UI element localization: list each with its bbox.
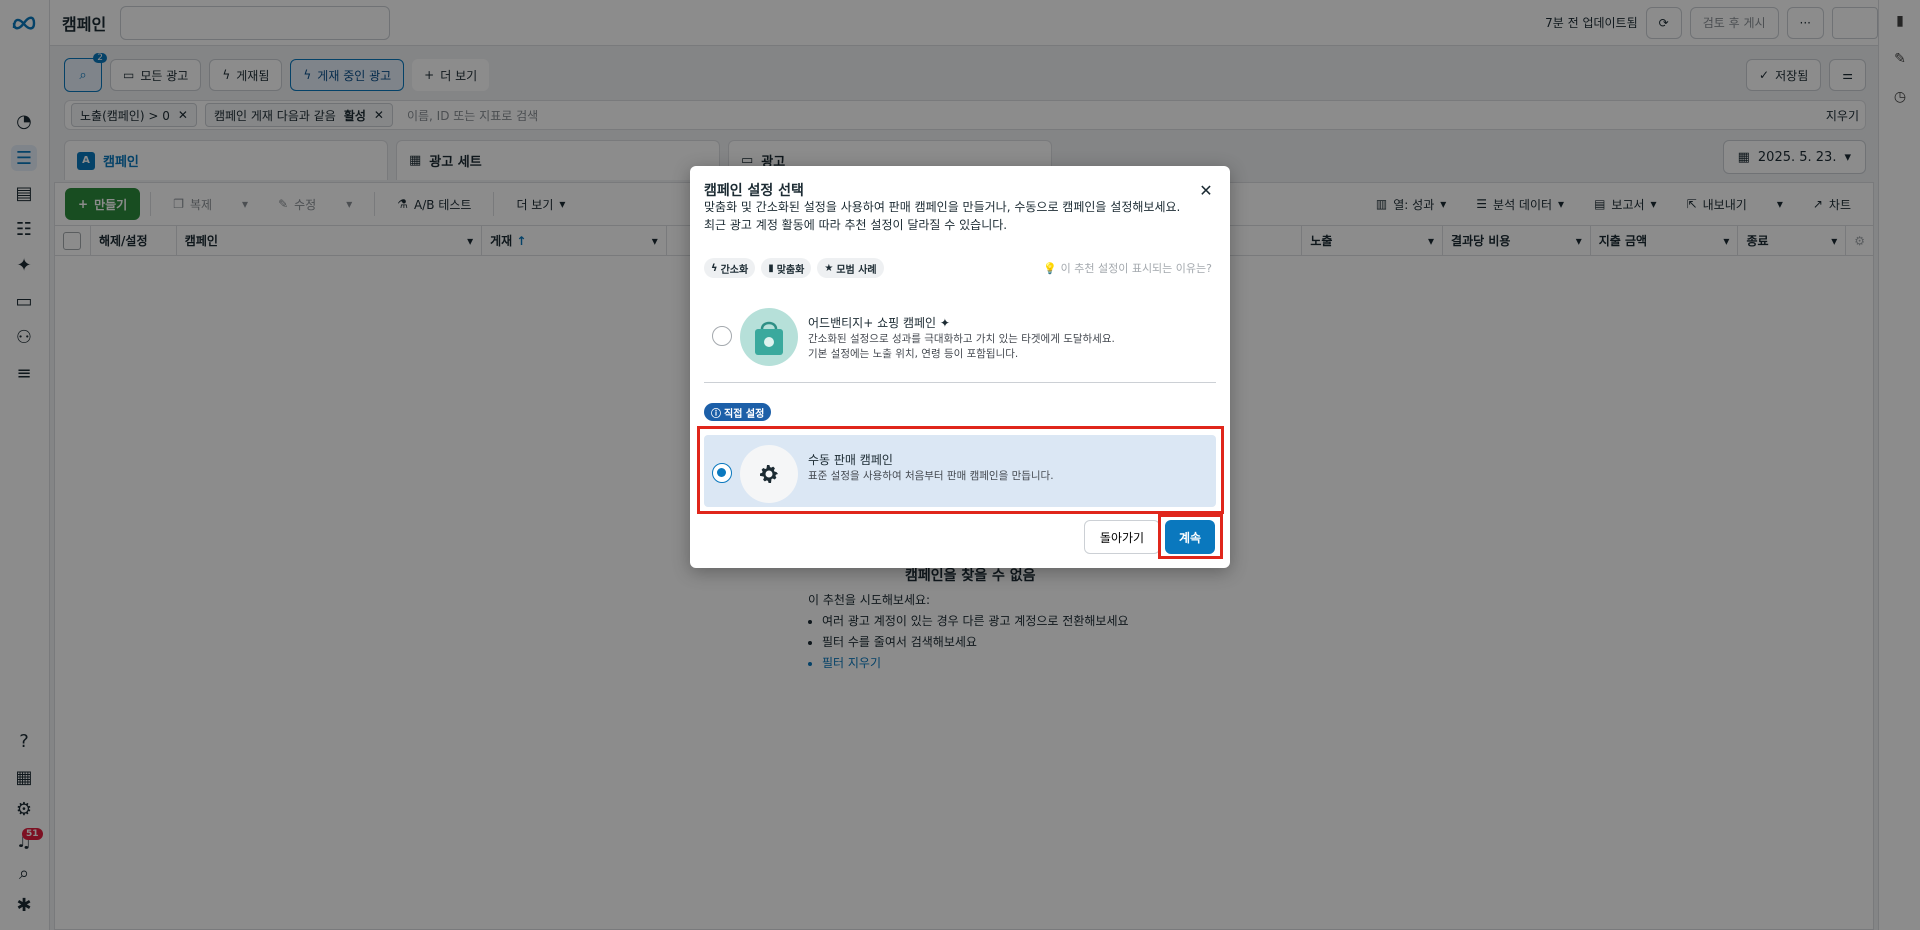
info-icon: ⓘ: [711, 408, 721, 420]
dialog-title: 캠페인 설정 선택: [704, 183, 804, 199]
shopping-bag-icon: [740, 308, 798, 366]
back-button[interactable]: 돌아가기: [1084, 520, 1160, 554]
recommendation-tags: ϟ 간소화 ▮ 맞춤화 ★ 모범 사례: [704, 258, 884, 278]
star-icon: ★: [824, 262, 834, 274]
sparkle-icon: ✦: [939, 316, 950, 330]
highlight-box-continue-button: [1158, 514, 1223, 559]
radio-advantage[interactable]: [712, 326, 732, 346]
why-label: 이 추천 설정이 표시되는 이유는?: [1060, 262, 1212, 275]
campaign-setup-dialog: 캠페인 설정 선택 ✕ 맞춤화 및 간소화된 설정을 사용하여 판매 캠페인을 …: [690, 166, 1230, 568]
tag-label: 모범 사례: [836, 264, 877, 276]
description-line: 간소화된 설정으로 성과를 극대화하고 가치 있는 타겟에게 도달하세요.: [808, 333, 1115, 345]
description-line: 맞춤화 및 간소화된 설정을 사용하여 판매 캠페인을 만들거나, 수동으로 캠…: [704, 200, 1181, 214]
lightbulb-icon: 💡: [1043, 262, 1058, 275]
dialog-description: 맞춤화 및 간소화된 설정을 사용하여 판매 캠페인을 만들거나, 수동으로 캠…: [704, 198, 1180, 234]
tag-label: 직접 설정: [724, 408, 765, 420]
option-title-text: 어드밴티지+ 쇼핑 캠페인: [808, 316, 937, 330]
option-title: 어드밴티지+ 쇼핑 캠페인 ✦: [808, 314, 950, 331]
manual-setup-tag: ⓘ 직접 설정: [704, 403, 772, 421]
option-description: 간소화된 설정으로 성과를 극대화하고 가치 있는 타겟에게 도달하세요. 기본…: [808, 332, 1115, 362]
bolt-icon: ϟ: [711, 262, 718, 274]
close-icon: ✕: [1199, 180, 1213, 200]
tag-best-practice: ★ 모범 사례: [817, 258, 884, 278]
highlight-box-manual-option: [697, 426, 1224, 514]
divider: [704, 382, 1216, 383]
tag-customized: ▮ 맞춤화: [761, 258, 812, 278]
option-advantage-shopping-campaign[interactable]: 어드밴티지+ 쇼핑 캠페인 ✦ 간소화된 설정으로 성과를 극대화하고 가치 있…: [704, 298, 1216, 370]
close-dialog-button[interactable]: ✕: [1194, 178, 1218, 202]
tag-label: 맞춤화: [776, 264, 805, 276]
why-recommended-link[interactable]: 💡 이 추천 설정이 표시되는 이유는?: [1043, 260, 1212, 276]
tag-simplified: ϟ 간소화: [704, 258, 756, 278]
description-line: 기본 설정에는 노출 위치, 연령 등이 포함됩니다.: [808, 348, 1019, 360]
description-line: 최근 광고 계정 활동에 따라 추천 설정이 달라질 수 있습니다.: [704, 218, 1008, 232]
tag-label: 간소화: [720, 264, 749, 276]
bar-chart-icon: ▮: [768, 262, 774, 274]
